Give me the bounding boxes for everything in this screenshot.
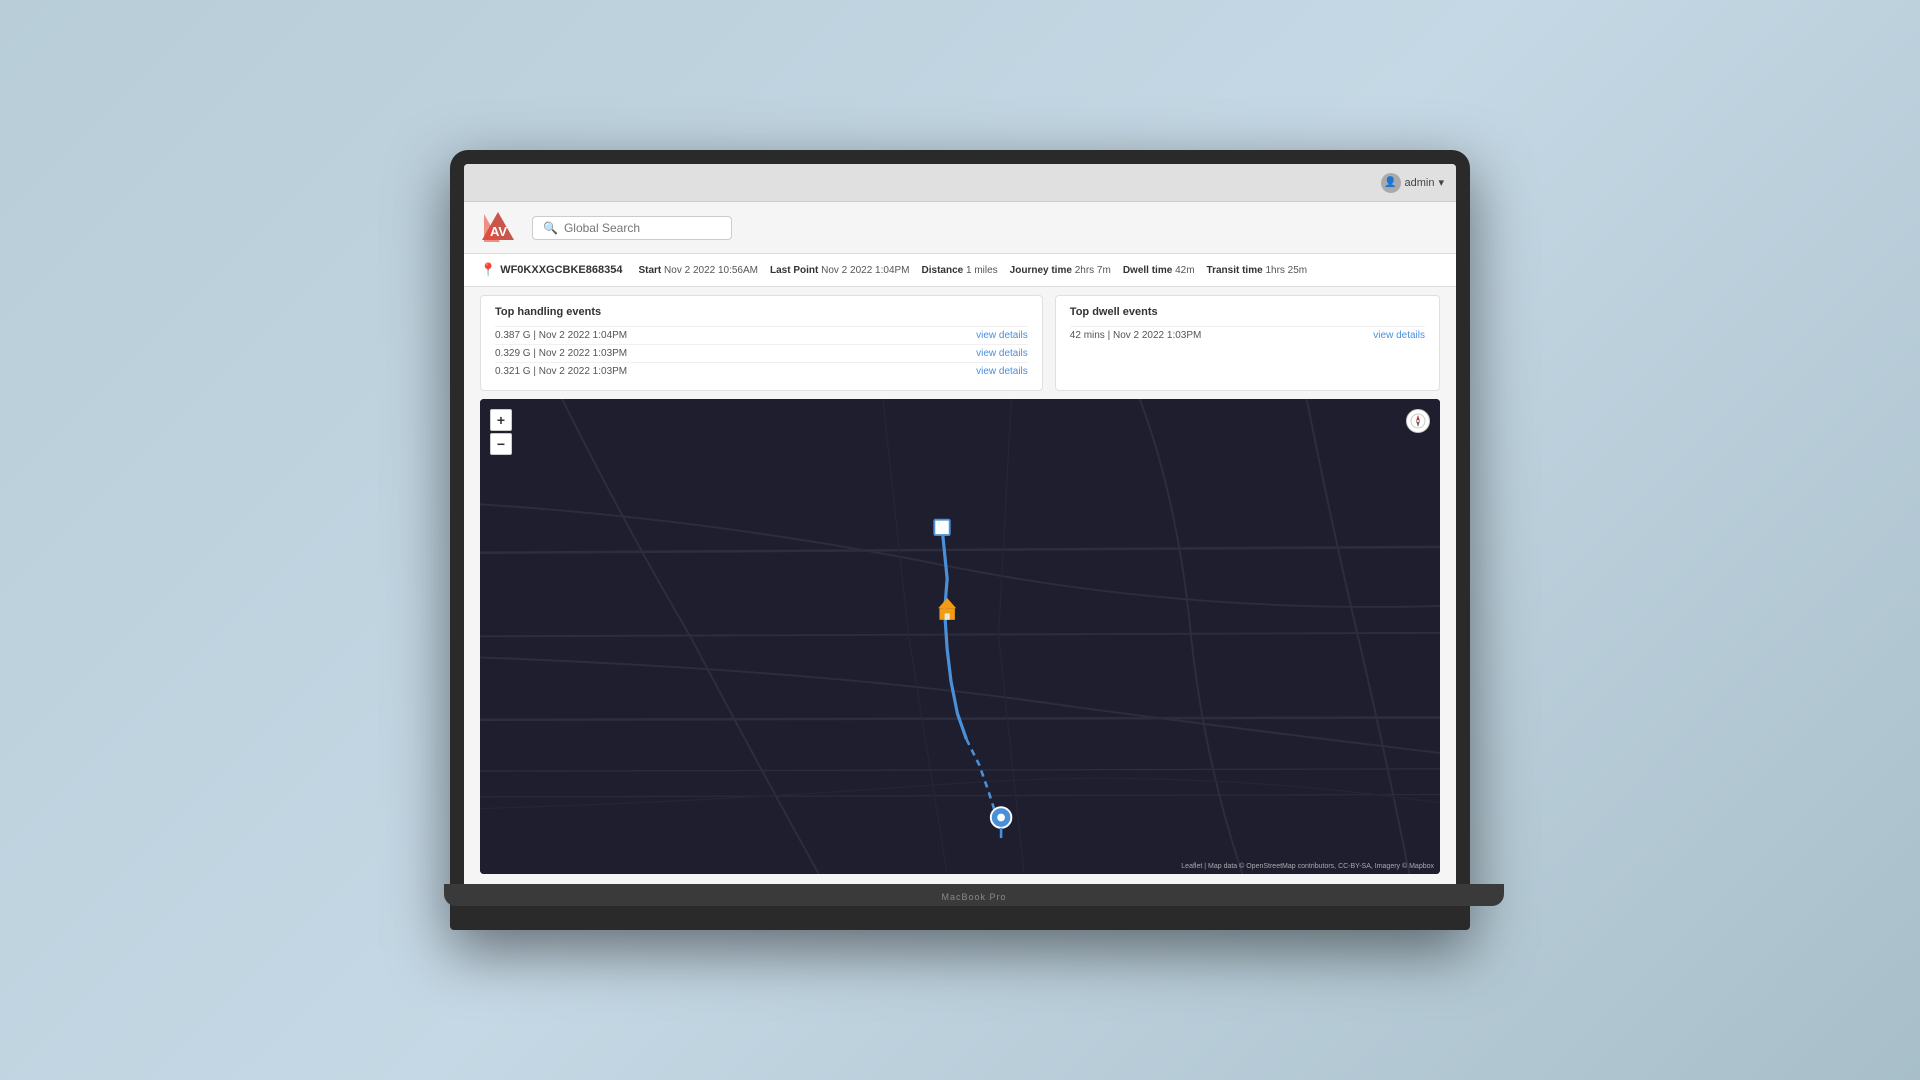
pin-icon: 📍	[480, 262, 496, 278]
trip-meta: Start Nov 2 2022 10:56AM Last Point Nov …	[638, 265, 1440, 276]
distance-meta: Distance 1 miles	[922, 265, 998, 276]
content-area: 📍 WF0KXXGCBKE868354 Start Nov 2 2022 10:…	[464, 254, 1456, 884]
transit-time-value: 1hrs 25m	[1265, 265, 1307, 276]
compass-button[interactable]	[1406, 409, 1430, 433]
handling-panel-title: Top handling events	[495, 306, 1028, 318]
app-container: 👤 admin ▾ AV 🔍	[464, 164, 1456, 884]
journey-time-value: 2hrs 7m	[1075, 265, 1111, 276]
user-menu[interactable]: 👤 admin ▾	[1381, 173, 1445, 193]
dwell-panel-title: Top dwell events	[1070, 306, 1425, 318]
last-point-label: Last Point	[770, 265, 818, 276]
handling-event-2: 0.329 G | Nov 2 2022 1:03PM view details	[495, 344, 1028, 362]
search-box[interactable]: 🔍	[532, 216, 732, 240]
handling-event-1-text: 0.387 G | Nov 2 2022 1:04PM	[495, 330, 627, 341]
map-roads-svg	[480, 399, 1440, 874]
search-input[interactable]	[564, 221, 721, 235]
search-icon: 🔍	[543, 221, 558, 235]
top-bar: 👤 admin ▾	[464, 164, 1456, 202]
start-value: Nov 2 2022 10:56AM	[664, 265, 758, 276]
laptop-frame: 👤 admin ▾ AV 🔍	[450, 150, 1470, 930]
distance-label: Distance	[922, 265, 964, 276]
dwell-time-value: 42m	[1175, 265, 1194, 276]
svg-text:AV: AV	[490, 224, 507, 239]
zoom-out-button[interactable]: −	[490, 433, 512, 455]
handling-event-3: 0.321 G | Nov 2 2022 1:03PM view details	[495, 362, 1028, 380]
map-controls: + −	[490, 409, 512, 455]
dwell-time-meta: Dwell time 42m	[1123, 265, 1195, 276]
map-background: + − Leaflet | Map data © O	[480, 399, 1440, 874]
user-avatar: 👤	[1381, 173, 1401, 193]
dwell-time-label: Dwell time	[1123, 265, 1172, 276]
start-meta: Start Nov 2 2022 10:56AM	[638, 265, 758, 276]
dwell-event-1-text: 42 mins | Nov 2 2022 1:03PM	[1070, 330, 1202, 341]
trip-id: 📍 WF0KXXGCBKE868354	[480, 262, 622, 278]
chevron-down-icon: ▾	[1438, 176, 1444, 189]
stats-row: Top handling events 0.387 G | Nov 2 2022…	[464, 287, 1456, 399]
handling-event-2-text: 0.329 G | Nov 2 2022 1:03PM	[495, 348, 627, 359]
screen: 👤 admin ▾ AV 🔍	[464, 164, 1456, 884]
trip-bar: 📍 WF0KXXGCBKE868354 Start Nov 2 2022 10:…	[464, 254, 1456, 287]
handling-event-2-link[interactable]: view details	[976, 348, 1028, 359]
handling-panel: Top handling events 0.387 G | Nov 2 2022…	[480, 295, 1043, 391]
trip-id-value: WF0KXXGCBKE868354	[500, 264, 622, 276]
dwell-event-1: 42 mins | Nov 2 2022 1:03PM view details	[1070, 326, 1425, 344]
dwell-event-1-link[interactable]: view details	[1373, 330, 1425, 341]
transit-time-label: Transit time	[1207, 265, 1263, 276]
distance-value: 1 miles	[966, 265, 998, 276]
zoom-in-button[interactable]: +	[490, 409, 512, 431]
journey-time-meta: Journey time 2hrs 7m	[1010, 265, 1111, 276]
handling-event-3-link[interactable]: view details	[976, 366, 1028, 377]
dwell-panel: Top dwell events 42 mins | Nov 2 2022 1:…	[1055, 295, 1440, 391]
handling-event-1-link[interactable]: view details	[976, 330, 1028, 341]
laptop-base	[444, 884, 1504, 906]
journey-time-label: Journey time	[1010, 265, 1072, 276]
header: AV 🔍	[464, 202, 1456, 254]
transit-time-meta: Transit time 1hrs 25m	[1207, 265, 1308, 276]
handling-event-3-text: 0.321 G | Nov 2 2022 1:03PM	[495, 366, 627, 377]
map-container[interactable]: + − Leaflet | Map data © O	[480, 399, 1440, 874]
user-label: admin	[1405, 177, 1435, 189]
map-attribution: Leaflet | Map data © OpenStreetMap contr…	[1181, 863, 1434, 870]
start-label: Start	[638, 265, 661, 276]
handling-event-1: 0.387 G | Nov 2 2022 1:04PM view details	[495, 326, 1028, 344]
last-point-value: Nov 2 2022 1:04PM	[821, 265, 909, 276]
last-point-meta: Last Point Nov 2 2022 1:04PM	[770, 265, 910, 276]
app-logo: AV	[480, 210, 516, 246]
